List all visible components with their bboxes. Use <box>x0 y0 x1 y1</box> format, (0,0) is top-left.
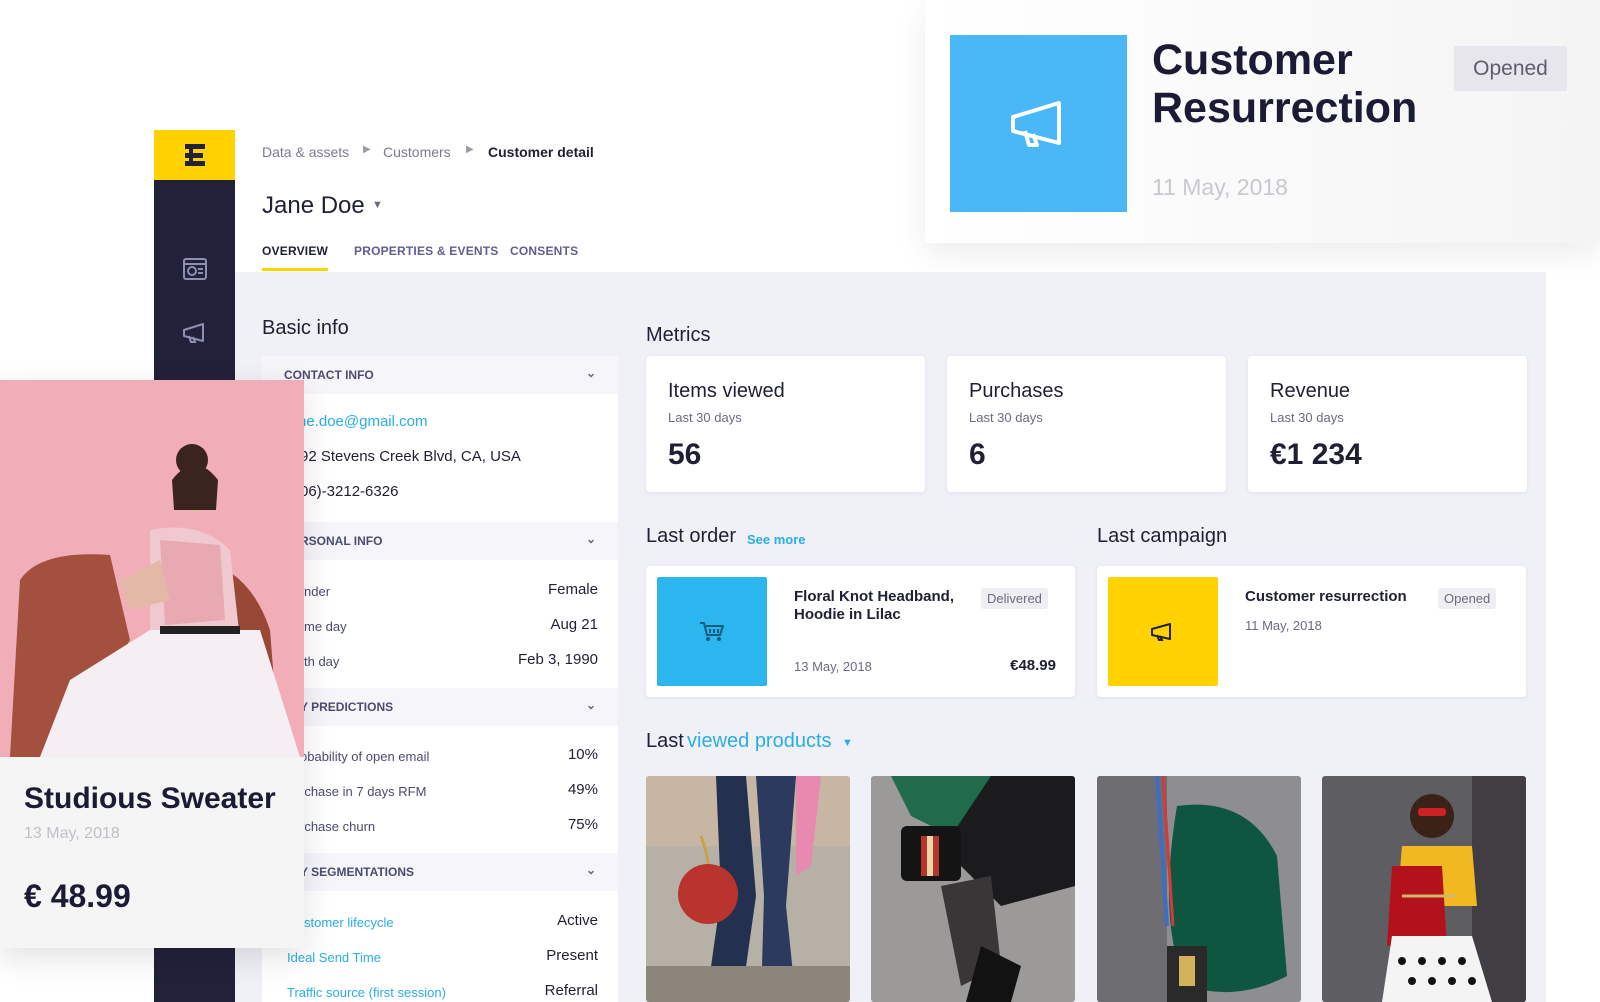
product-photo <box>0 380 304 757</box>
megaphone-icon <box>1108 577 1218 686</box>
page-title: Jane Doe <box>262 192 365 219</box>
metric-subtitle: Last 30 days <box>668 410 742 425</box>
metric-card-revenue: Revenue Last 30 days €1 234 <box>1248 356 1527 492</box>
campaign-overlay-date: 11 May, 2018 <box>1152 174 1288 200</box>
last-viewed-title-prefix: Last <box>646 730 684 752</box>
kv-key: rchase in 7 days RFM <box>300 784 427 799</box>
kv-key[interactable]: Traffic source (first session) <box>287 985 446 1000</box>
product-thumbnail[interactable] <box>1322 776 1526 1002</box>
kv-value: 49% <box>567 781 598 798</box>
metric-card-items-viewed: Items viewed Last 30 days 56 <box>646 356 925 492</box>
chevron-down-icon[interactable]: ⌄ <box>586 863 596 877</box>
metric-value: 6 <box>969 438 986 471</box>
campaign-overlay-title: Customer Resurrection <box>1152 36 1418 132</box>
kv-key[interactable]: Ideal Send Time <box>287 950 381 965</box>
order-date: 13 May, 2018 <box>794 659 872 674</box>
tab-properties-events[interactable]: PROPERTIES & EVENTS <box>354 244 499 258</box>
breadcrumb-separator-icon: ▶ <box>363 144 371 155</box>
chevron-down-icon[interactable]: ▼ <box>842 737 853 749</box>
metric-title: Revenue <box>1270 380 1351 402</box>
address-field: 92 Stevens Creek Blvd, CA, USA <box>300 448 521 465</box>
metric-card-purchases: Purchases Last 30 days 6 <box>947 356 1226 492</box>
kv-value: Active <box>557 912 598 929</box>
product-thumbnail[interactable] <box>871 776 1075 1002</box>
kv-value: Aug 21 <box>550 616 598 633</box>
product-name: Studious Sweater <box>24 782 276 815</box>
kv-key[interactable]: stomer lifecycle <box>304 915 394 930</box>
last-viewed-selector[interactable]: viewed products <box>687 730 832 753</box>
chevron-down-icon[interactable]: ⌄ <box>586 698 596 712</box>
metric-subtitle: Last 30 days <box>969 410 1043 425</box>
kv-value: 75% <box>567 816 598 833</box>
basic-info-title: Basic info <box>262 317 349 339</box>
kv-value: Present <box>546 947 598 964</box>
email-field[interactable]: ne.doe@gmail.com <box>298 413 427 430</box>
campaign-name: Customer resurrection <box>1245 588 1407 605</box>
last-order-title: Last order <box>646 525 737 547</box>
metric-subtitle: Last 30 days <box>1270 410 1344 425</box>
kv-value: 10% <box>567 746 598 763</box>
metric-title: Purchases <box>969 380 1064 402</box>
order-price: €48.99 <box>1010 657 1056 674</box>
breadcrumb-current: Customer detail <box>488 144 594 160</box>
last-campaign-title: Last campaign <box>1097 525 1228 547</box>
kv-key: th day <box>304 654 340 669</box>
kv-value: Female <box>547 581 598 598</box>
phone-field: 06)-3212-6326 <box>300 483 399 500</box>
personal-info-label: RSONAL INFO <box>300 534 383 548</box>
status-badge: Opened <box>1454 46 1567 91</box>
product-thumbnail[interactable] <box>1097 776 1301 1002</box>
campaign-date: 11 May, 2018 <box>1245 618 1322 633</box>
tab-consents[interactable]: CONSENTS <box>510 244 578 258</box>
predictions-header[interactable]: Y PREDICTIONS ⌄ <box>262 688 618 726</box>
tab-overview[interactable]: OVERVIEW <box>262 244 328 258</box>
metric-value: 56 <box>668 438 702 471</box>
metric-title: Items viewed <box>668 380 785 402</box>
last-order-card[interactable]: Floral Knot Headband, Hoodie in Lilac De… <box>646 566 1075 697</box>
kv-key: me day <box>304 619 347 634</box>
dashboard-icon[interactable] <box>154 254 235 284</box>
breadcrumb-item-customers[interactable]: Customers <box>383 144 451 160</box>
status-badge: Opened <box>1438 588 1497 609</box>
cart-icon <box>657 577 767 686</box>
personal-info-header[interactable]: RSONAL INFO ⌄ <box>262 522 618 560</box>
kv-value: Referral <box>544 982 598 999</box>
product-thumbnail[interactable] <box>646 776 850 1002</box>
kv-key: nder <box>304 584 331 599</box>
breadcrumb-item-data-assets[interactable]: Data & assets <box>262 144 349 160</box>
chevron-down-icon[interactable]: ⌄ <box>586 366 596 380</box>
status-badge: Delivered <box>981 588 1048 609</box>
kv-value: Feb 3, 1990 <box>517 651 598 668</box>
chevron-down-icon[interactable]: ▼ <box>372 199 383 211</box>
contact-info-header[interactable]: CONTACT INFO ⌄ <box>262 356 618 394</box>
metrics-title: Metrics <box>646 324 711 346</box>
kv-key: rchase churn <box>300 819 376 834</box>
tab-active-indicator <box>262 268 328 271</box>
segmentations-label: Y SEGMENTATIONS <box>300 865 415 879</box>
see-more-link[interactable]: See more <box>747 532 806 547</box>
logo-icon[interactable] <box>154 130 235 180</box>
kv-key: obability of open email <box>300 749 430 764</box>
breadcrumb-separator-icon: ▶ <box>466 144 474 155</box>
metric-value: €1 234 <box>1270 438 1362 471</box>
order-product-name: Floral Knot Headband, Hoodie in Lilac <box>794 588 955 623</box>
segmentations-header[interactable]: Y SEGMENTATIONS ⌄ <box>262 853 618 891</box>
predictions-label: Y PREDICTIONS <box>300 700 394 714</box>
product-date: 13 May, 2018 <box>24 825 120 842</box>
chevron-down-icon[interactable]: ⌄ <box>586 532 596 546</box>
product-price: € 48.99 <box>24 878 131 914</box>
megaphone-icon[interactable] <box>154 318 235 348</box>
last-campaign-card[interactable]: Customer resurrection Opened 11 May, 201… <box>1097 566 1526 697</box>
megaphone-icon <box>950 35 1127 212</box>
